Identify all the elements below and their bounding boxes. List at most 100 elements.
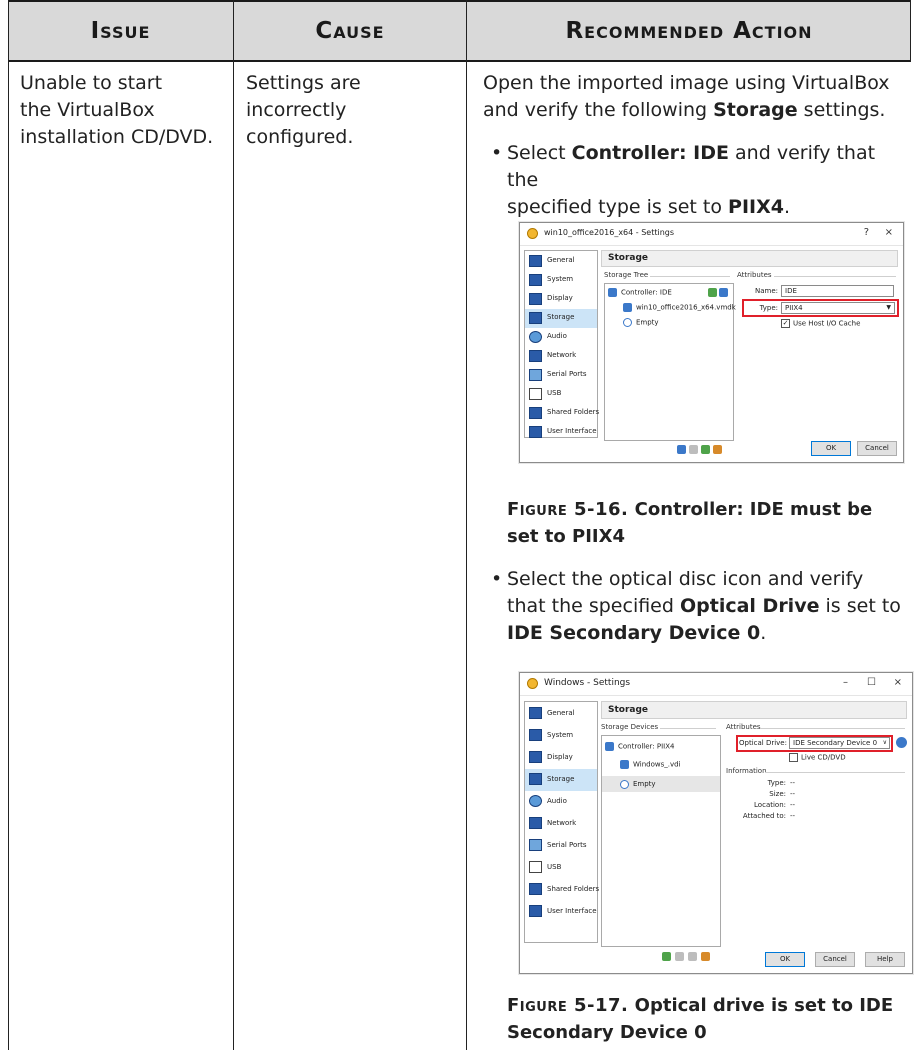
sidebar-item-network[interactable]: Network xyxy=(525,347,597,366)
sidebar-item-usb[interactable]: USB xyxy=(525,385,597,404)
controller-icon xyxy=(605,742,614,751)
sidebar-item-general[interactable]: General xyxy=(525,252,597,271)
shared-folders-icon xyxy=(529,883,542,895)
sidebar-item-serial-ports[interactable]: Serial Ports xyxy=(525,835,597,857)
header-action: Recommended Action xyxy=(565,18,813,44)
figure-caption-5-16: Figure 5-16. Controller: IDE must be set… xyxy=(507,499,873,547)
group-separator xyxy=(650,276,730,277)
ok-button[interactable]: OK xyxy=(765,952,805,967)
sidebar-item-shared-folders[interactable]: Shared Folders xyxy=(525,404,599,423)
sidebar-item-user-interface[interactable]: User Interface xyxy=(525,901,597,923)
optical-disc-icon xyxy=(620,779,629,789)
maximize-icon[interactable]: ☐ xyxy=(867,677,876,688)
sidebar-item-audio[interactable]: Audio xyxy=(525,791,597,813)
storage-devices-tree[interactable]: Controller: PIIX4 Windows_.vdi Empty xyxy=(601,735,721,947)
sidebar-item-audio[interactable]: Audio xyxy=(525,328,597,347)
remove-attachment-icon[interactable] xyxy=(713,445,722,454)
add-attachment-icon[interactable] xyxy=(701,445,710,454)
screenshot-settings-optical: Windows - Settings – ☐ × General System … xyxy=(519,672,913,974)
use-host-io-cache-checkbox[interactable]: ✓ Use Host I/O Cache xyxy=(781,319,860,328)
table-border-left xyxy=(8,0,9,1050)
remove-controller-icon[interactable] xyxy=(689,445,698,454)
sidebar-item-storage[interactable]: Storage xyxy=(525,309,597,328)
cancel-button[interactable]: Cancel xyxy=(815,952,855,967)
chevron-down-icon: ▼ xyxy=(886,304,891,311)
issue-text: Unable to start the VirtualBox installat… xyxy=(20,72,214,148)
remove-controller-icon[interactable] xyxy=(701,952,710,961)
serial-ports-icon xyxy=(529,369,542,381)
sidebar-item-serial-ports[interactable]: Serial Ports xyxy=(525,366,597,385)
info-attached-value: -- xyxy=(790,812,796,820)
add-optical-icon[interactable] xyxy=(708,288,717,297)
info-type-value: -- xyxy=(790,779,796,787)
remove-attachment-icon[interactable] xyxy=(675,952,684,961)
storage-icon xyxy=(529,312,542,324)
info-type-label: Type: xyxy=(767,779,786,787)
storage-tree-label: Storage Tree xyxy=(604,271,649,279)
minimize-icon[interactable]: – xyxy=(843,677,848,688)
close-icon[interactable]: × xyxy=(885,227,893,238)
storage-icon xyxy=(529,773,542,785)
audio-icon xyxy=(529,331,542,343)
sidebar-item-network[interactable]: Network xyxy=(525,813,597,835)
ok-button[interactable]: OK xyxy=(811,441,851,456)
sidebar-item-system[interactable]: System xyxy=(525,271,597,290)
display-icon xyxy=(529,293,542,305)
cancel-button[interactable]: Cancel xyxy=(857,441,897,456)
optical-disc-choose-icon[interactable] xyxy=(896,737,907,748)
close-icon[interactable]: × xyxy=(894,677,902,688)
help-button[interactable]: Help xyxy=(865,952,905,967)
window-title: win10_office2016_x64 - Settings xyxy=(544,228,675,237)
add-controller-icon[interactable] xyxy=(688,952,697,961)
check-icon: ✓ xyxy=(781,319,790,328)
network-icon xyxy=(529,350,542,362)
sidebar-item-storage[interactable]: Storage xyxy=(525,769,597,791)
window-titlebar: win10_office2016_x64 - Settings ? × xyxy=(520,223,903,246)
usb-icon xyxy=(529,388,542,400)
tree-row-empty[interactable]: Empty xyxy=(602,776,720,792)
bullet-marker: • xyxy=(491,142,503,164)
chevron-down-icon: ∨ xyxy=(882,739,887,746)
type-select[interactable]: PIIX4 ▼ xyxy=(781,302,895,314)
tree-row-vmdk[interactable]: win10_office2016_x64.vmdk xyxy=(623,303,736,312)
action-intro: Open the imported image using VirtualBox… xyxy=(483,72,890,121)
optical-drive-label: Optical Drive: xyxy=(739,739,787,747)
bullet-optical-drive: • Select the optical disc icon and verif… xyxy=(491,568,901,644)
panel-title: Storage xyxy=(601,701,907,719)
screenshot-settings-ide: win10_office2016_x64 - Settings ? × Gene… xyxy=(519,222,904,463)
cause-text: Settings are incorrectly configured. xyxy=(246,72,361,148)
shared-folders-icon xyxy=(529,407,542,419)
group-separator xyxy=(765,772,905,773)
optical-drive-select[interactable]: IDE Secondary Device 0 ∨ xyxy=(789,737,890,749)
group-separator xyxy=(660,728,716,729)
window-title: Windows - Settings xyxy=(544,678,631,688)
tree-row-empty[interactable]: Empty xyxy=(623,318,659,327)
optical-disc-icon xyxy=(623,318,632,327)
tree-row-controller[interactable]: Controller: IDE xyxy=(608,288,672,297)
help-title-button[interactable]: ? xyxy=(864,227,869,238)
sidebar-item-user-interface[interactable]: User Interface xyxy=(525,423,597,438)
virtualbox-icon xyxy=(527,678,538,689)
window-titlebar: Windows - Settings – ☐ × xyxy=(520,673,912,696)
sidebar-item-usb[interactable]: USB xyxy=(525,857,597,879)
add-attachment-icon[interactable] xyxy=(662,952,671,961)
sidebar-item-display[interactable]: Display xyxy=(525,290,597,309)
tree-row-vdi[interactable]: Windows_.vdi xyxy=(620,760,681,769)
add-hard-disk-icon[interactable] xyxy=(719,288,728,297)
network-icon xyxy=(529,817,542,829)
sidebar-item-system[interactable]: System xyxy=(525,725,597,747)
column-divider-2 xyxy=(466,0,467,1050)
sidebar-item-display[interactable]: Display xyxy=(525,747,597,769)
name-field[interactable]: IDE xyxy=(781,285,894,297)
sidebar-item-shared-folders[interactable]: Shared Folders xyxy=(525,879,599,901)
user-interface-icon xyxy=(529,905,542,917)
settings-sidebar: General System Display Storage Audio Net… xyxy=(524,250,599,438)
information-label: Information xyxy=(726,767,767,775)
tree-row-controller[interactable]: Controller: PIIX4 xyxy=(605,742,675,751)
sidebar-item-general[interactable]: General xyxy=(525,703,597,725)
general-icon xyxy=(529,255,542,267)
system-icon xyxy=(529,729,542,741)
add-controller-icon[interactable] xyxy=(677,445,686,454)
live-cd-dvd-checkbox[interactable]: Live CD/DVD xyxy=(789,753,846,762)
storage-tree[interactable]: Controller: IDE win10_office2016_x64.vmd… xyxy=(604,283,736,441)
